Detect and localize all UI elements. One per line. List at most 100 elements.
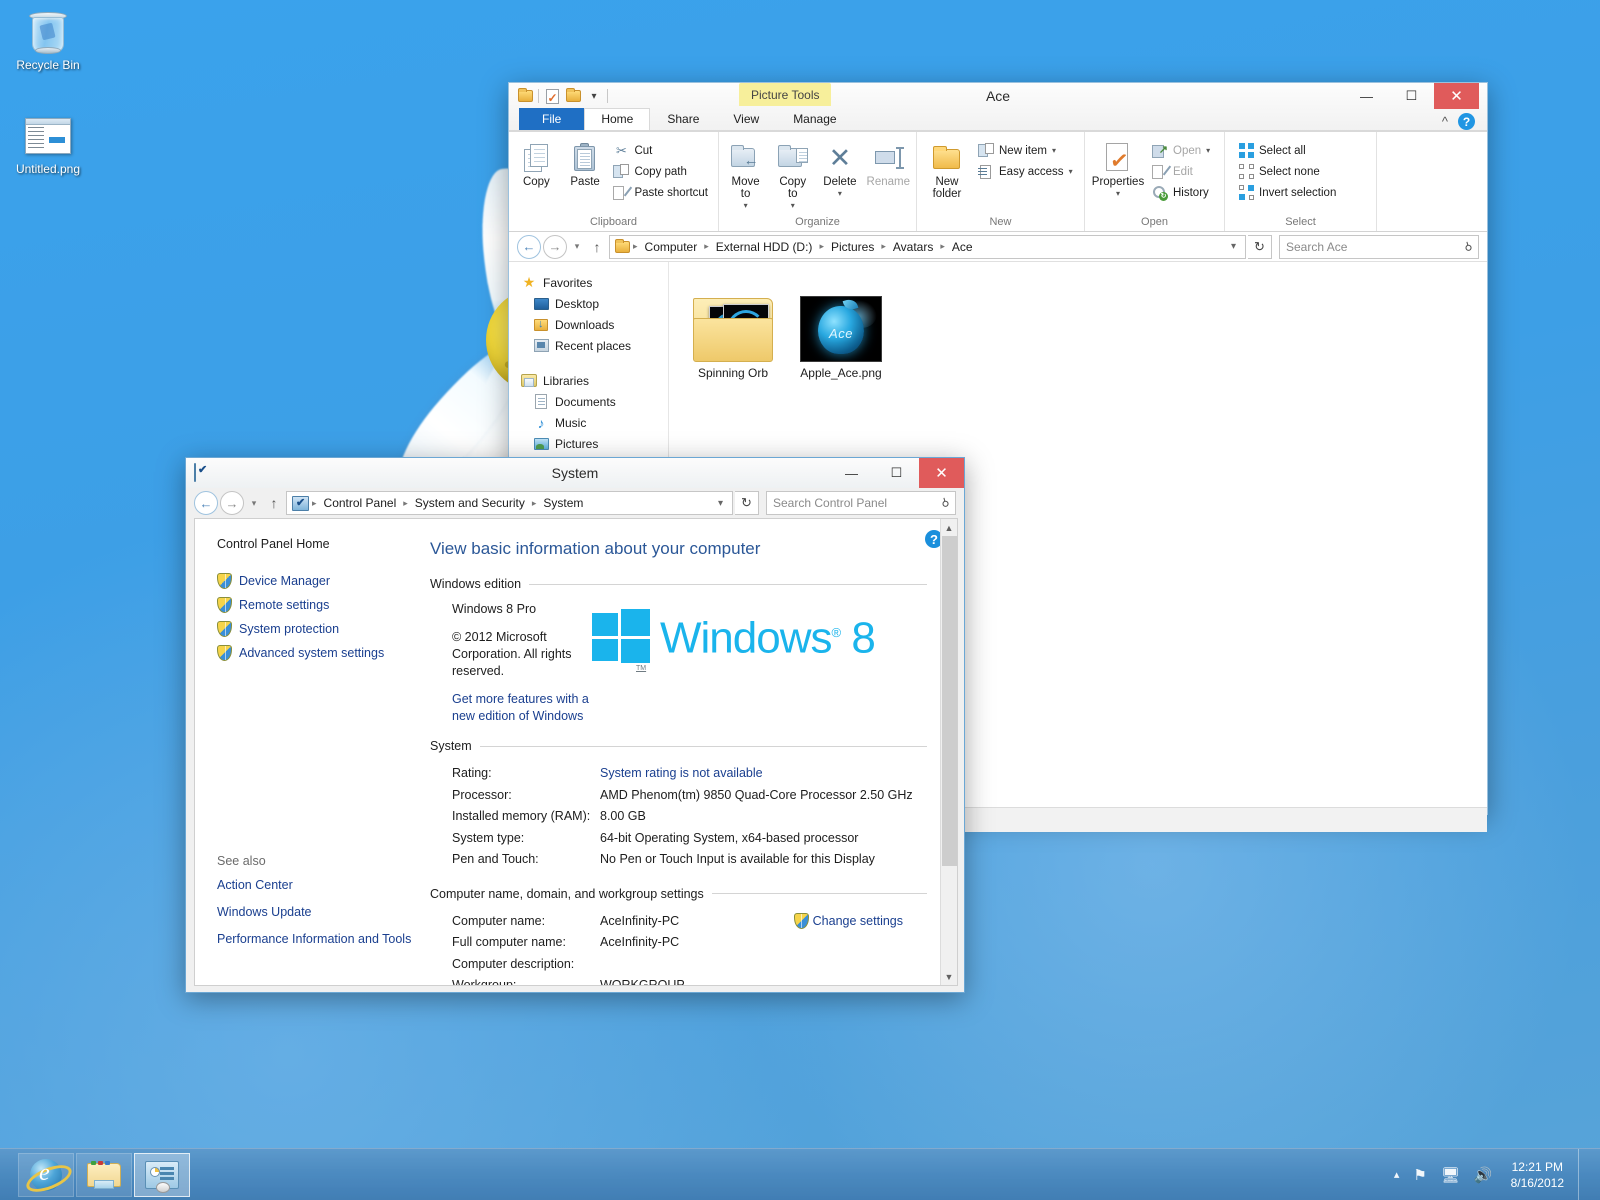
taskbar-item-internet-explorer[interactable] bbox=[18, 1152, 74, 1197]
sidebar-item-pictures[interactable]: Pictures bbox=[517, 433, 668, 454]
sidebar-item-libraries[interactable]: Libraries bbox=[517, 370, 668, 391]
help-icon[interactable]: ? bbox=[1458, 113, 1475, 130]
show-desktop-button[interactable] bbox=[1578, 1148, 1586, 1200]
chevron-down-icon[interactable]: ▾ bbox=[838, 188, 842, 200]
move-to-button[interactable]: ← Move to ▾ bbox=[723, 136, 768, 212]
explorer-address-bar[interactable]: ← → ▾ ↑ ▸ Computer ▸ External HDD (D:) ▸… bbox=[509, 232, 1487, 262]
taskbar-buttons[interactable] bbox=[0, 1149, 190, 1200]
up-button[interactable]: ↑ bbox=[264, 495, 284, 511]
change-settings-link[interactable]: Change settings bbox=[793, 911, 903, 933]
select-all-button[interactable]: Select all bbox=[1235, 140, 1342, 161]
sidebar-item-downloads[interactable]: Downloads bbox=[517, 314, 668, 335]
breadcrumb[interactable]: ▸ Control Panel ▸ System and Security ▸ … bbox=[286, 491, 733, 515]
breadcrumb-avatars[interactable]: Avatars bbox=[889, 239, 937, 255]
vertical-scrollbar[interactable]: ▲ ▼ bbox=[940, 519, 957, 985]
new-folder-button[interactable]: New folder bbox=[921, 136, 973, 200]
chevron-down-icon[interactable]: ▾ bbox=[791, 200, 795, 212]
copy-button[interactable]: Copy bbox=[513, 136, 560, 188]
breadcrumb-control-panel[interactable]: Control Panel bbox=[320, 495, 401, 511]
row-value-rating[interactable]: System rating is not available bbox=[600, 763, 927, 785]
chevron-down-icon[interactable]: ▾ bbox=[1116, 188, 1120, 200]
see-also-windows-update[interactable]: Windows Update bbox=[217, 905, 417, 920]
tab-file[interactable]: File bbox=[519, 108, 585, 130]
tab-share[interactable]: Share bbox=[650, 108, 716, 130]
chevron-down-icon[interactable]: ▾ bbox=[1206, 146, 1210, 155]
maximize-button[interactable]: ☐ bbox=[874, 458, 919, 488]
list-item[interactable]: Ace Apple_Ace.png bbox=[789, 276, 893, 384]
system-tray[interactable]: ▴ ⚑ 🖥 🔊 12:21 PM 8/16/2012 bbox=[1394, 1148, 1600, 1200]
paste-button[interactable]: Paste bbox=[562, 136, 609, 188]
contextual-tab-group-picture-tools[interactable]: Picture Tools bbox=[739, 83, 832, 106]
system-window-controls[interactable]: — ☐ ✕ bbox=[829, 458, 964, 488]
chevron-down-icon[interactable]: ▾ bbox=[1052, 146, 1056, 155]
taskbar-item-control-panel[interactable] bbox=[134, 1152, 190, 1197]
folder-icon[interactable] bbox=[517, 88, 533, 104]
recent-locations-icon[interactable]: ▾ bbox=[569, 241, 585, 252]
chevron-down-icon[interactable]: ▾ bbox=[744, 200, 748, 212]
see-also-action-center[interactable]: Action Center bbox=[217, 878, 417, 893]
tab-home[interactable]: Home bbox=[584, 108, 651, 130]
desktop-icon-untitled-png[interactable]: Untitled.png bbox=[2, 110, 94, 176]
sidebar-item-remote-settings[interactable]: Remote settings bbox=[217, 593, 410, 617]
invert-selection-button[interactable]: Invert selection bbox=[1235, 182, 1342, 203]
control-panel-search-input[interactable]: Search Control Panel ☌ bbox=[766, 491, 956, 515]
tab-view[interactable]: View bbox=[716, 108, 776, 130]
sidebar-item-recent-places[interactable]: Recent places bbox=[517, 335, 668, 356]
forward-button[interactable]: → bbox=[543, 234, 567, 259]
close-button[interactable]: ✕ bbox=[1434, 83, 1479, 109]
minimize-button[interactable]: — bbox=[1344, 83, 1389, 109]
refresh-button[interactable]: ↻ bbox=[735, 491, 759, 515]
sidebar-item-favorites[interactable]: ★ Favorites bbox=[517, 272, 668, 293]
address-dropdown-icon[interactable]: ▾ bbox=[713, 498, 728, 509]
clock[interactable]: 12:21 PM 8/16/2012 bbox=[1507, 1159, 1564, 1191]
show-hidden-icons-icon[interactable]: ▴ bbox=[1394, 1168, 1400, 1181]
scrollbar-thumb[interactable] bbox=[941, 536, 957, 866]
sidebar-item-documents[interactable]: Documents bbox=[517, 391, 668, 412]
open-button[interactable]: ↗ Open ▾ bbox=[1149, 140, 1216, 161]
taskbar-item-file-explorer[interactable] bbox=[76, 1152, 132, 1197]
rename-button[interactable]: Rename bbox=[865, 136, 912, 188]
explorer-search-input[interactable]: Search Ace ☌ bbox=[1279, 234, 1479, 259]
minimize-button[interactable]: — bbox=[829, 458, 874, 488]
sidebar-item-desktop[interactable]: Desktop bbox=[517, 293, 668, 314]
ribbon-tabs[interactable]: File Home Share View Manage ^ ? bbox=[509, 108, 1487, 131]
new-item-button[interactable]: New item ▾ bbox=[975, 140, 1079, 161]
list-item[interactable]: Spinning Orb bbox=[681, 276, 785, 384]
taskbar[interactable]: ▴ ⚑ 🖥 🔊 12:21 PM 8/16/2012 bbox=[0, 1148, 1600, 1200]
history-button[interactable]: ↻ History bbox=[1149, 182, 1216, 203]
forward-button[interactable]: → bbox=[220, 491, 244, 515]
chevron-down-icon[interactable]: ▾ bbox=[586, 88, 602, 104]
sidebar-item-device-manager[interactable]: Device Manager bbox=[217, 569, 410, 593]
chevron-down-icon[interactable]: ▾ bbox=[1069, 167, 1073, 176]
explorer-window-controls[interactable]: — ☐ ✕ bbox=[1344, 83, 1479, 109]
properties-icon[interactable] bbox=[544, 88, 560, 105]
copy-path-button[interactable]: Copy path bbox=[610, 161, 714, 182]
collapse-ribbon-icon[interactable]: ^ bbox=[1442, 114, 1448, 129]
control-panel-home-link[interactable]: Control Panel Home bbox=[217, 537, 410, 551]
scroll-up-arrow-icon[interactable]: ▲ bbox=[941, 519, 957, 536]
scroll-down-arrow-icon[interactable]: ▼ bbox=[941, 968, 957, 985]
properties-button[interactable]: ✓ Properties ▾ bbox=[1089, 136, 1147, 200]
breadcrumb[interactable]: ▸ Computer ▸ External HDD (D:) ▸ Picture… bbox=[609, 234, 1246, 259]
refresh-button[interactable]: ↻ bbox=[1248, 234, 1272, 259]
recent-locations-icon[interactable]: ▾ bbox=[246, 498, 262, 509]
action-center-flag-icon[interactable]: ⚑ bbox=[1413, 1166, 1426, 1184]
paste-shortcut-button[interactable]: Paste shortcut bbox=[610, 182, 714, 203]
ribbon[interactable]: Copy Paste ✂ Cut Copy path Paste shortcu… bbox=[509, 132, 1487, 232]
system-address-bar[interactable]: ← → ▾ ↑ ▸ Control Panel ▸ System and Sec… bbox=[186, 488, 964, 518]
volume-icon[interactable]: 🔊 bbox=[1474, 1166, 1493, 1184]
edit-button[interactable]: Edit bbox=[1149, 161, 1216, 182]
system-title-bar[interactable]: System — ☐ ✕ bbox=[186, 458, 964, 488]
copy-to-button[interactable]: Copy to ▾ bbox=[770, 136, 815, 212]
sidebar-item-advanced-system-settings[interactable]: Advanced system settings bbox=[217, 641, 410, 665]
breadcrumb-computer[interactable]: Computer bbox=[641, 239, 702, 255]
sidebar-item-system-protection[interactable]: System protection bbox=[217, 617, 410, 641]
control-panel-sidebar[interactable]: Control Panel Home Device Manager Remote… bbox=[195, 519, 411, 985]
breadcrumb-system[interactable]: System bbox=[539, 495, 587, 511]
new-folder-icon[interactable] bbox=[565, 88, 581, 104]
cut-button[interactable]: ✂ Cut bbox=[610, 140, 714, 161]
sidebar-item-music[interactable]: ♪ Music bbox=[517, 412, 668, 433]
breadcrumb-external-hdd[interactable]: External HDD (D:) bbox=[712, 239, 817, 255]
close-button[interactable]: ✕ bbox=[919, 458, 964, 488]
back-button[interactable]: ← bbox=[194, 491, 218, 515]
